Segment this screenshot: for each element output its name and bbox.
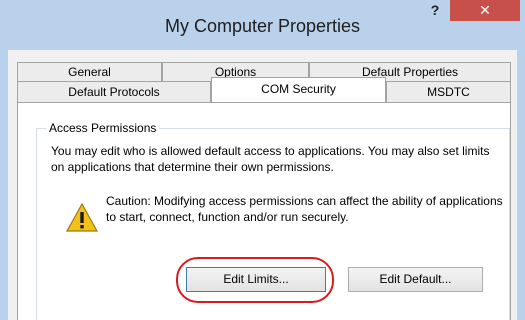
warning-icon [66,203,98,232]
properties-window: My Computer Properties ? ✕ General Optio… [0,0,525,320]
group-title: Access Permissions [46,121,160,135]
help-icon[interactable]: ? [420,0,450,20]
edit-default-button[interactable]: Edit Default... [348,267,483,292]
description-text: You may edit who is allowed default acce… [51,144,490,174]
close-icon[interactable]: ✕ [450,0,520,21]
window-frame-left [0,50,8,320]
title-bar: My Computer Properties ? ✕ [0,0,525,50]
caution-text: Caution: Modifying access permissions ca… [106,194,503,224]
tab-general[interactable]: General [17,62,162,81]
tab-com-security[interactable]: COM Security [211,77,386,102]
window-frame-right [517,50,525,320]
tab-default-protocols[interactable]: Default Protocols [17,81,211,102]
tab-msdtc[interactable]: MSDTC [386,81,511,102]
highlight-annotation [176,257,334,303]
